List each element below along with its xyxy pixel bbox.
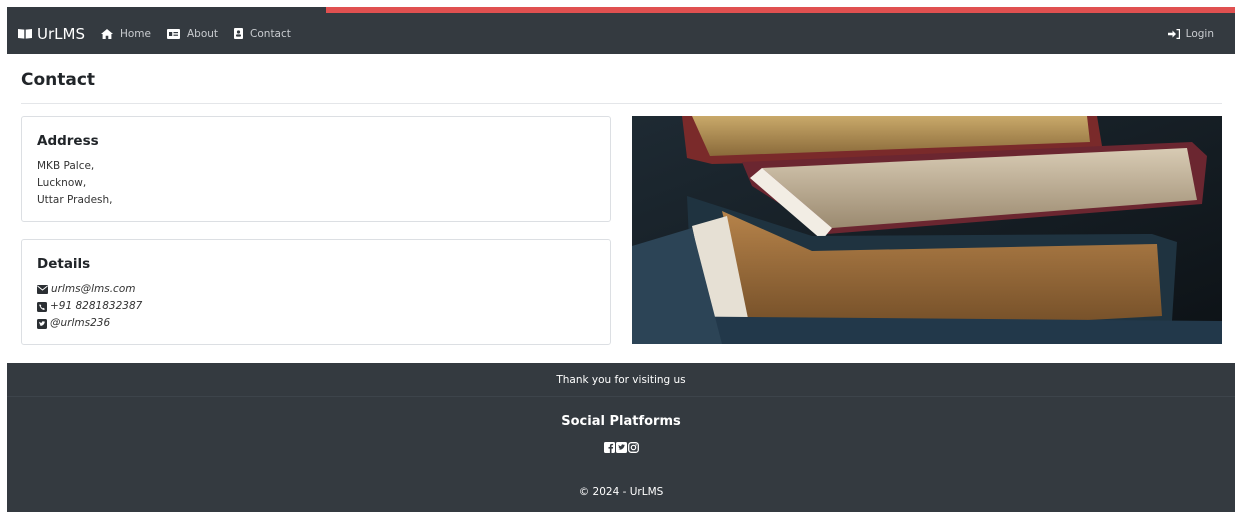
- nav-home[interactable]: Home: [100, 27, 151, 40]
- login-link[interactable]: Login: [1167, 27, 1214, 40]
- address-line: Lucknow,: [37, 177, 87, 189]
- footer-divider: [7, 396, 1235, 397]
- twitter-square-icon: [37, 318, 47, 329]
- nav-about[interactable]: About: [166, 27, 219, 40]
- home-icon: [100, 28, 113, 39]
- id-card-icon: [166, 28, 180, 39]
- social-icons: [7, 442, 1235, 453]
- sign-in-icon: [1167, 28, 1180, 39]
- phone-detail[interactable]: +91 8281832387: [37, 298, 142, 315]
- title-divider: [21, 103, 1222, 104]
- details-heading: Details: [37, 256, 91, 272]
- page-title: Contact: [21, 70, 96, 90]
- email-detail[interactable]: urlms@lms.com: [37, 281, 142, 298]
- details-card: Details urlms@lms.com +91 8281832387 @ur…: [21, 239, 611, 345]
- details-lines: urlms@lms.com +91 8281832387 @urlms236: [37, 281, 142, 332]
- site-footer: Thank you for visiting us Social Platfor…: [7, 363, 1235, 512]
- book-open-icon: [18, 29, 32, 39]
- address-lines: MKB Palce, Lucknow, Uttar Pradesh,: [37, 158, 113, 209]
- facebook-square-icon[interactable]: [603, 442, 615, 453]
- instagram-icon[interactable]: [627, 442, 639, 453]
- nav-about-label: About: [186, 27, 219, 40]
- twitter-text: @urlms236: [50, 317, 111, 329]
- twitter-detail[interactable]: @urlms236: [37, 315, 142, 332]
- envelope-icon: [37, 285, 48, 294]
- contact-book-icon: [234, 28, 244, 39]
- top-navbar: UrLMS Home About Contact Login: [7, 13, 1235, 54]
- nav-contact-label: Contact: [250, 27, 291, 40]
- email-text: urlms@lms.com: [51, 283, 136, 295]
- login-label: Login: [1185, 27, 1214, 40]
- footer-copyright: © 2024 - UrLMS: [578, 486, 664, 498]
- brand-label: UrLMS: [37, 24, 85, 43]
- footer-thanks: Thank you for visiting us: [556, 374, 686, 386]
- nav-home-label: Home: [119, 27, 151, 40]
- books-illustration: [632, 116, 1222, 344]
- books-image: [632, 116, 1222, 344]
- phone-text: +91 8281832387: [50, 300, 143, 312]
- address-card: Address MKB Palce, Lucknow, Uttar Prades…: [21, 116, 611, 222]
- social-platforms-heading: Social Platforms: [561, 414, 681, 429]
- phone-square-icon: [37, 301, 47, 312]
- address-line: MKB Palce,: [37, 160, 95, 172]
- address-line: Uttar Pradesh,: [37, 194, 113, 206]
- nav-contact[interactable]: Contact: [234, 28, 291, 40]
- brand-link[interactable]: UrLMS: [18, 25, 85, 43]
- address-heading: Address: [37, 133, 99, 149]
- twitter-square-icon[interactable]: [615, 442, 627, 453]
